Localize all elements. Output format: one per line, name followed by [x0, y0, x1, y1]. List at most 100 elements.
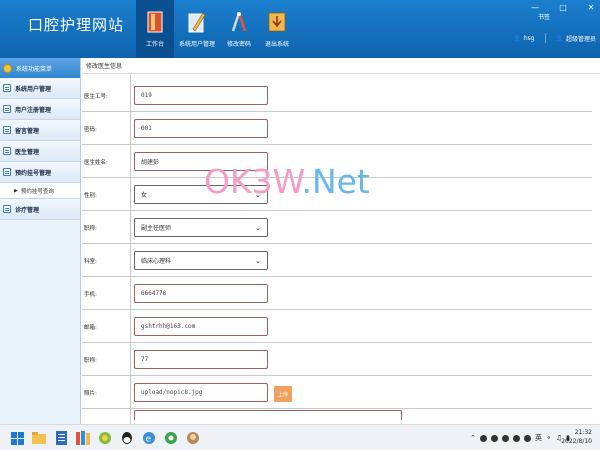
- user-name-item[interactable]: 👤 hsg: [513, 35, 534, 42]
- book-icon: [146, 10, 164, 34]
- nav-change-password[interactable]: 修改密码: [220, 0, 258, 58]
- tools-icon: [230, 10, 248, 34]
- select-value: 临床心理科: [141, 258, 172, 265]
- nav-label: 系统用户管理: [178, 41, 215, 48]
- field-label: 性别:: [84, 193, 97, 199]
- divider: [544, 33, 546, 43]
- sidebar-item-registrations[interactable]: 用户注册管理: [0, 99, 80, 120]
- windows-start-icon[interactable]: [8, 429, 26, 447]
- nav-label: 修改密码: [226, 41, 251, 48]
- password-input[interactable]: 001: [134, 119, 268, 138]
- top-nav: 工作台 系统用户管理 修改密码 退出系统: [136, 0, 296, 58]
- document-icon: [3, 147, 11, 155]
- os-taskbar: e ⌃ 英 ⚬ ♫ ▮ 21:32 2022/8/10: [0, 424, 600, 450]
- sidebar-item-label: 医生管理: [15, 148, 40, 156]
- bookmark-label[interactable]: 书签: [538, 12, 550, 21]
- form-row-email: 邮箱: gshtrhh@163.com: [82, 311, 592, 343]
- tray-app-icon[interactable]: [479, 434, 487, 442]
- photo-path-input[interactable]: upload/nopic8.jpg: [134, 383, 268, 402]
- menu-icon: [3, 63, 12, 73]
- app-icon-green[interactable]: [96, 429, 114, 447]
- tray-app-icon[interactable]: [523, 434, 531, 442]
- field-label: 密码:: [84, 127, 97, 133]
- sidebar-item-label: 留言管理: [15, 127, 40, 135]
- chevron-up-icon[interactable]: ⌃: [470, 434, 476, 442]
- form-row-password: 密码: 001: [82, 113, 592, 145]
- nav-system-users[interactable]: 系统用户管理: [174, 0, 220, 58]
- app-icon-qq[interactable]: [118, 429, 136, 447]
- textarea-partial[interactable]: [134, 410, 402, 420]
- field-label: 职称:: [84, 358, 97, 364]
- form-row-phone: 手机: 6664778: [82, 278, 592, 310]
- user-name: hsg: [523, 34, 535, 42]
- tray-app-icon[interactable]: [501, 434, 509, 442]
- document-icon: [3, 84, 11, 92]
- notepad-icon[interactable]: [52, 429, 70, 447]
- form-row-title: 职称: 副主任医师 ⌄: [82, 212, 592, 244]
- document-icon: [3, 105, 11, 113]
- clock-date: 2022/8/10: [561, 438, 592, 445]
- document-icon: [3, 168, 11, 176]
- field-label: 医生工号:: [84, 94, 108, 100]
- form-row-doctor-id: 医生工号: 019: [82, 80, 592, 112]
- extra-input[interactable]: 77: [134, 350, 268, 369]
- field-label: 照片:: [84, 391, 97, 397]
- tray-app-icon[interactable]: [490, 434, 498, 442]
- phone-input[interactable]: 6664778: [134, 284, 268, 303]
- tray-app-icon[interactable]: [512, 434, 520, 442]
- system-tray: ⌃ 英 ⚬ ♫ ▮: [470, 433, 570, 443]
- sidebar-header: 系统功能菜单: [0, 58, 80, 78]
- minimize-icon[interactable]: —: [530, 3, 540, 12]
- user-icon: 👤: [513, 34, 521, 42]
- document-icon: [3, 205, 11, 213]
- taskbar-icons: e: [8, 429, 202, 447]
- title-select[interactable]: 副主任医师 ⌄: [134, 218, 268, 237]
- input-method-label[interactable]: 英: [535, 433, 542, 443]
- doctor-id-input[interactable]: 019: [134, 86, 268, 105]
- doctor-name-input[interactable]: 胡建彭: [134, 152, 268, 171]
- sidebar-item-label: 预约挂号管理: [15, 169, 52, 177]
- download-icon: [268, 10, 286, 34]
- sidebar-item-system-users[interactable]: 系统用户管理: [0, 78, 80, 99]
- window-controls: — □ ✕: [530, 3, 596, 12]
- user-role-item[interactable]: 👤 超级管理员: [556, 34, 597, 43]
- field-label: 医生姓名:: [84, 160, 108, 166]
- sidebar-subitem-label: 预约挂号查询: [20, 188, 54, 195]
- nav-label: 退出系统: [264, 41, 289, 48]
- breadcrumb: 修改医生信息: [82, 58, 600, 74]
- field-label: 手机:: [84, 292, 97, 298]
- sidebar-subitem-appointment-query[interactable]: ▶ 预约挂号查询: [0, 183, 80, 199]
- sidebar-item-messages[interactable]: 留言管理: [0, 120, 80, 141]
- email-input[interactable]: gshtrhh@163.com: [134, 317, 268, 336]
- books-icon[interactable]: [74, 429, 92, 447]
- form-row-extra: 职称: 77: [82, 344, 592, 376]
- clock-time: 21:32: [574, 429, 592, 436]
- select-value: 副主任医师: [141, 225, 172, 232]
- sidebar-item-label: 诊疗管理: [15, 206, 40, 214]
- chevron-down-icon: ⌄: [255, 256, 261, 265]
- nav-logout[interactable]: 退出系统: [258, 0, 296, 58]
- pencil-icon: [188, 10, 206, 34]
- folder-icon[interactable]: [30, 429, 48, 447]
- browser-icon[interactable]: e: [140, 429, 158, 447]
- department-select[interactable]: 临床心理科 ⌄: [134, 251, 268, 270]
- user-icon: 👤: [555, 34, 563, 42]
- field-label: 邮箱:: [84, 325, 97, 331]
- document-icon: [3, 126, 11, 134]
- maximize-icon[interactable]: □: [558, 3, 568, 12]
- nav-workbench[interactable]: 工作台: [136, 0, 174, 58]
- sidebar-item-treatments[interactable]: 诊疗管理: [0, 199, 80, 220]
- sidebar-item-doctors[interactable]: 医生管理: [0, 141, 80, 162]
- app-icon-gear[interactable]: [162, 429, 180, 447]
- wifi-icon[interactable]: ⚬: [546, 434, 552, 442]
- upload-button[interactable]: 上传: [274, 386, 292, 402]
- sidebar-item-appointments[interactable]: 预约挂号管理: [0, 162, 80, 183]
- clock[interactable]: 21:32 2022/8/10: [561, 428, 592, 446]
- form-row-gender: 性别: 女 ⌄: [82, 179, 592, 211]
- gender-select[interactable]: 女 ⌄: [134, 185, 268, 204]
- field-label: 科室:: [84, 259, 97, 265]
- site-title: 口腔护理网站: [28, 16, 125, 34]
- sidebar: 系统功能菜单 系统用户管理 用户注册管理 留言管理 医生管理 预约挂号管理 ▶ …: [0, 58, 81, 424]
- app-icon-avatar[interactable]: [184, 429, 202, 447]
- close-icon[interactable]: ✕: [586, 3, 596, 12]
